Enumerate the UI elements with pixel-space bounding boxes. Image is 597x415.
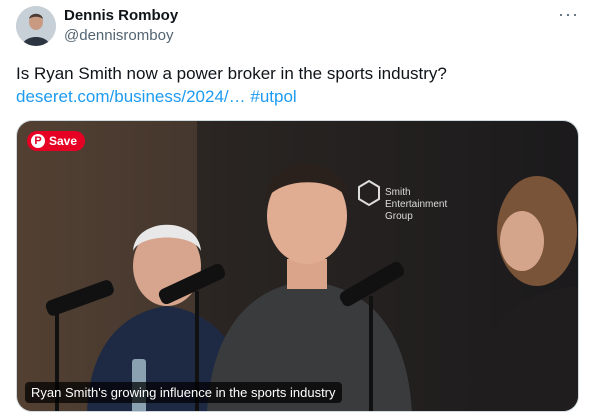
article-link[interactable]: deseret.com/business/2024/…	[16, 87, 246, 106]
author-name[interactable]: Dennis Romboy	[64, 6, 178, 26]
tweet-text: Is Ryan Smith now a power broker in the …	[16, 62, 576, 108]
avatar[interactable]	[16, 6, 56, 46]
press-conference-photo: Smith Entertainment Group	[17, 121, 578, 411]
logo-line-1: Smith	[385, 187, 411, 198]
hashtag-link[interactable]: #utpol	[250, 87, 296, 106]
more-options-icon[interactable]: ···	[558, 4, 579, 24]
tweet-body: Is Ryan Smith now a power broker in the …	[16, 64, 447, 83]
save-label: Save	[49, 134, 78, 148]
pinterest-save-button[interactable]: P Save	[27, 131, 86, 151]
tweet-media[interactable]: Smith Entertainment Group P Save Ryan Sm…	[16, 120, 579, 412]
logo-line-3: Group	[385, 211, 413, 222]
media-caption: Ryan Smith's growing influence in the sp…	[25, 382, 342, 403]
avatar-image	[16, 6, 56, 46]
author-handle[interactable]: @dennisromboy	[64, 26, 178, 46]
author-block: Dennis Romboy @dennisromboy	[64, 6, 178, 46]
logo-line-2: Entertainment	[385, 199, 447, 210]
pinterest-icon: P	[31, 134, 45, 148]
